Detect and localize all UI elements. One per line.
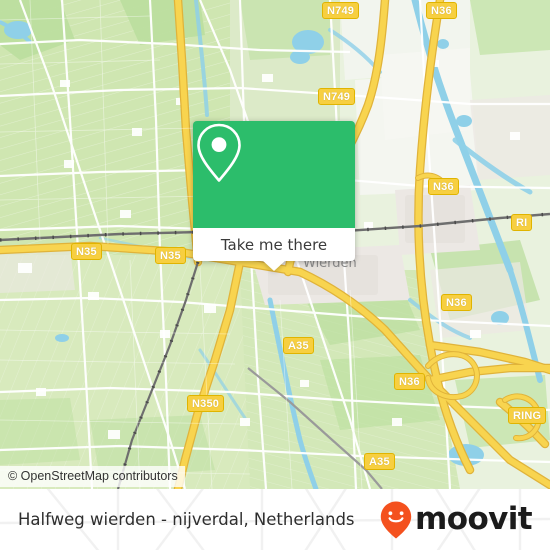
- road-shield: N36: [394, 373, 425, 390]
- take-me-there-callout[interactable]: Take me there: [193, 121, 355, 271]
- callout-tail: [262, 260, 286, 271]
- screenshot-root: N749 N36 N749 N36 RI N35 N35 N36 A35 N36…: [0, 0, 550, 550]
- road-shield: N36: [428, 178, 459, 195]
- road-shield: N749: [318, 88, 356, 105]
- location-pin-icon: [197, 123, 241, 182]
- road-shield: N749: [322, 2, 360, 19]
- road-shield: N36: [426, 2, 457, 19]
- moovit-brand[interactable]: moovit: [379, 489, 533, 550]
- moovit-wordmark: moovit: [415, 501, 533, 537]
- road-shield: A35: [283, 337, 314, 354]
- road-shield: RING: [508, 407, 547, 424]
- road-shield: N36: [441, 294, 472, 311]
- bottom-info-bar: Halfweg wierden - nijverdal, Netherlands…: [0, 489, 550, 550]
- map-canvas[interactable]: N749 N36 N749 N36 RI N35 N35 N36 A35 N36…: [0, 0, 550, 489]
- road-shield: N35: [71, 243, 102, 260]
- location-title: Halfweg wierden - nijverdal, Netherlands: [18, 510, 355, 529]
- callout-icon-area: [193, 121, 355, 228]
- road-shield: RI: [511, 214, 533, 231]
- road-shield: N35: [155, 247, 186, 264]
- osm-attribution[interactable]: © OpenStreetMap contributors: [0, 466, 185, 487]
- road-shield: N350: [187, 395, 225, 412]
- road-shield: A35: [364, 453, 395, 470]
- callout-button[interactable]: Take me there: [193, 228, 355, 261]
- callout-button-label: Take me there: [220, 235, 328, 254]
- moovit-smiley-pin-icon: [380, 501, 412, 538]
